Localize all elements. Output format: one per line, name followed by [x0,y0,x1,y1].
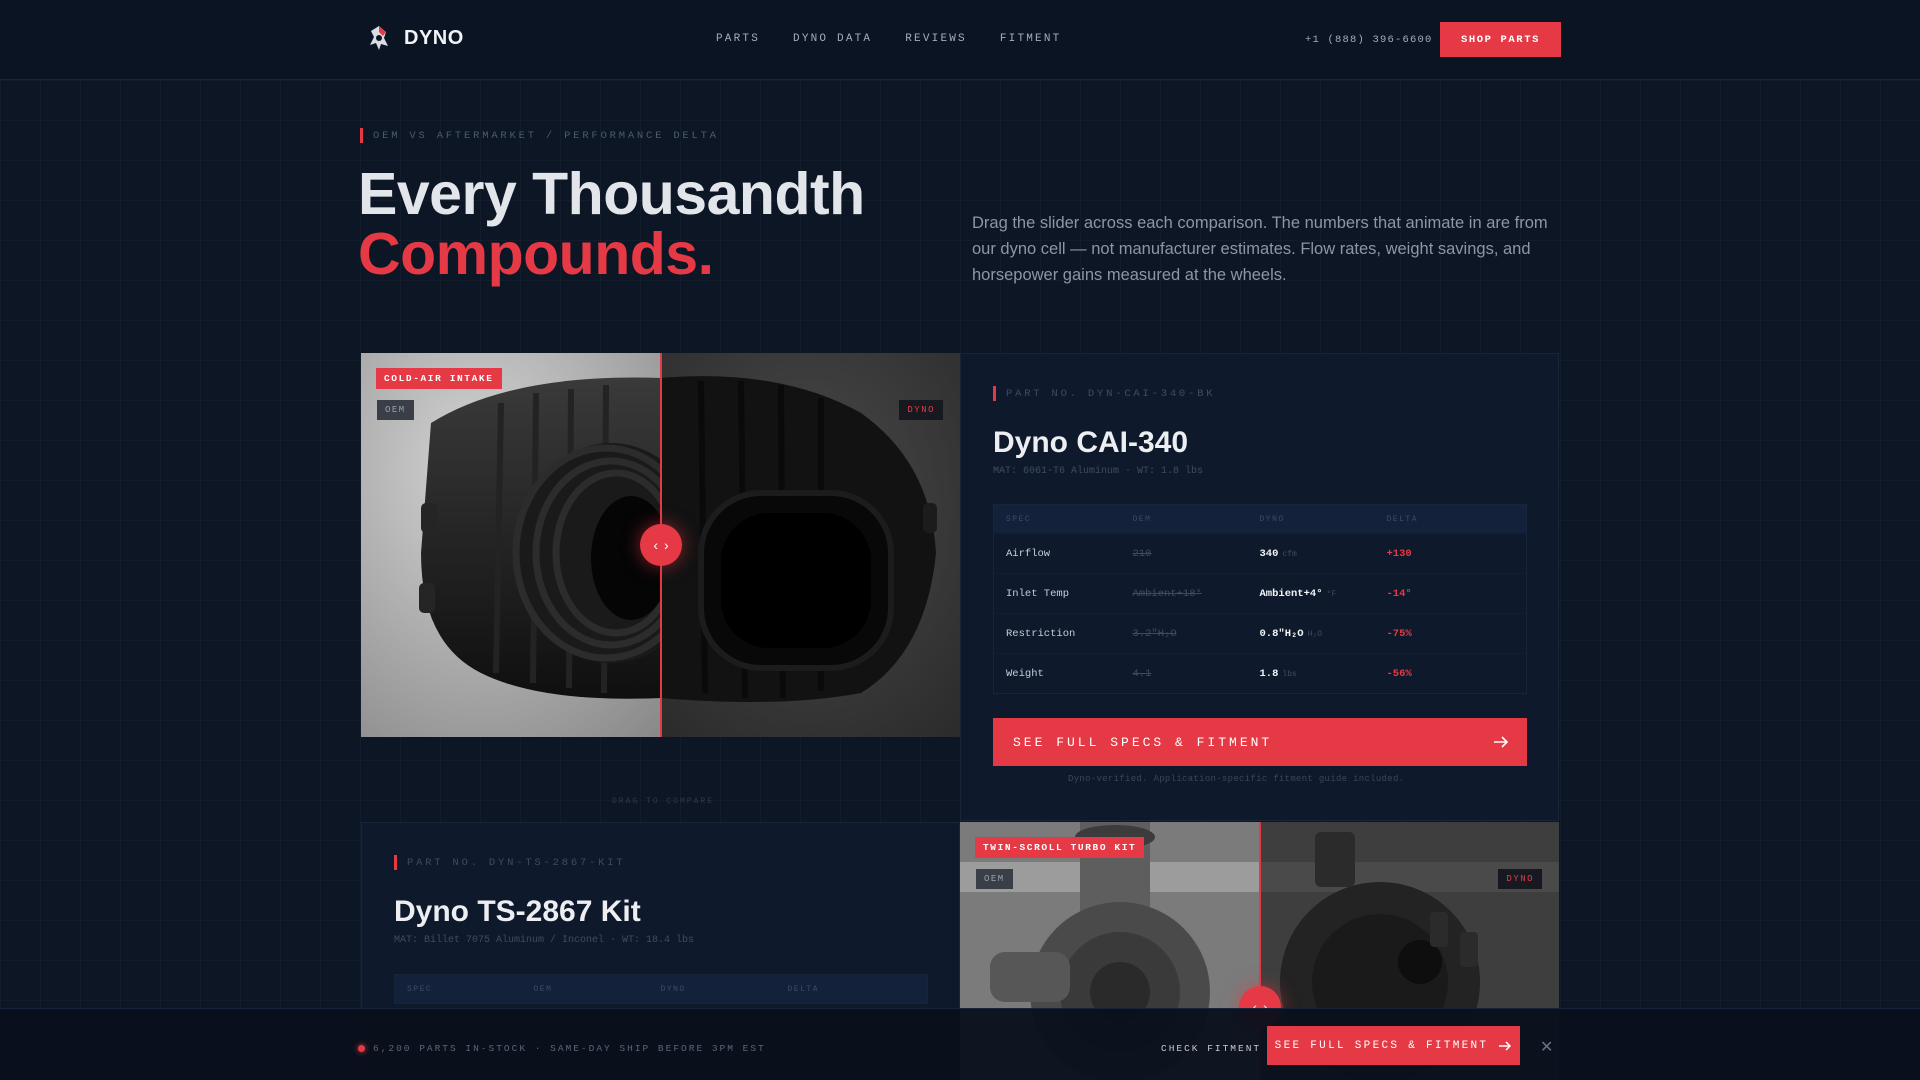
hero-title-line1: Every Thousandth [358,161,865,227]
dyno-cell: 340 cfm [1247,533,1375,574]
delta-cell: +130 [1374,533,1527,574]
arrow-right-icon [1499,1040,1512,1051]
close-icon[interactable]: ✕ [1540,1037,1553,1057]
brand-name: DYNO [404,26,464,49]
nav-links: PARTS DYNO DATA REVIEWS FITMENT [716,33,1061,45]
oem-cell: 4.1 [1120,653,1248,694]
dyno-cell: 0.8"H₂O H₂O [1247,613,1375,654]
dyno-value: 340 [1259,547,1279,560]
spec-table: SPEC OEM DYNO DELTA Airflow 210 340 cfm +… [993,504,1527,694]
stock-status: 6,200 PARTS IN-STOCK · SAME-DAY SHIP BEF… [358,1043,766,1054]
piston-logo-icon [370,26,388,50]
status-dot-icon [358,1045,365,1052]
part-number-text: PART NO. DYN-CAI-340-BK [1006,387,1216,400]
product-meta: MAT: Billet 7075 Aluminum / Inconel · WT… [394,935,695,946]
part-number: PART NO. DYN-CAI-340-BK [993,386,1215,401]
button-label: SEE FULL SPECS & FITMENT [1013,734,1273,750]
product-name: Dyno CAI-340 [993,426,1189,459]
accent-bar [394,855,397,870]
compare-handle[interactable]: ‹ › [640,524,682,566]
oem-cell: 210 [1120,533,1248,574]
table-row: Airflow 210 340 cfm +130 [993,533,1527,574]
phone-link[interactable]: +1 (888) 396-6600 [1305,34,1433,46]
oem-cell: Ambient+18° [1120,573,1248,614]
sticky-see-specs-button[interactable]: SEE FULL SPECS & FITMENT [1267,1026,1520,1065]
product-meta: MAT: 6061-T6 Aluminum · WT: 1.8 lbs [993,466,1204,477]
delta-cell: -56% [1374,653,1527,694]
hero-title: Every Thousandth Compounds. [358,164,865,284]
dyno-badge: DYNO [899,400,943,420]
accent-bar [360,128,363,143]
nav-link-parts[interactable]: PARTS [716,33,760,45]
hero-description: Drag the slider across each comparison. … [972,214,1548,284]
hero-title-line2: Compounds. [358,221,714,287]
spec-table: SPEC OEM DYNO DELTA [394,974,928,1004]
delta-cell: -75% [1374,613,1527,654]
dyno-badge: DYNO [1498,869,1542,889]
unit-label: H₂O [1307,629,1323,639]
delta-cell: -14° [1374,573,1527,614]
unit-label: cfm [1282,549,1297,559]
product-name: Dyno TS-2867 Kit [394,895,641,928]
sticky-cta-bar: 6,200 PARTS IN-STOCK · SAME-DAY SHIP BEF… [0,1008,1920,1080]
chevron-right-icon: › [664,537,669,553]
accent-bar [993,386,996,401]
unit-label: °F [1326,589,1337,599]
check-fitment-link[interactable]: CHECK FITMENT [1161,1043,1261,1054]
table-row: Weight 4.1 1.8 lbs -56% [993,653,1527,694]
button-label: SEE FULL SPECS & FITMENT [1274,1039,1489,1052]
part-number: PART NO. DYN-TS-2867-KIT [394,855,625,870]
column-header: DELTA [775,974,928,1004]
column-header: SPEC [394,974,522,1004]
dyno-value: Ambient+4° [1259,587,1323,600]
column-header: OEM [521,974,649,1004]
stock-text: 6,200 PARTS IN-STOCK · SAME-DAY SHIP BEF… [373,1043,766,1054]
fitment-footnote: Dyno-verified. Application-specific fitm… [1068,774,1405,784]
dyno-value: 0.8"H₂O [1259,627,1304,640]
table-row: Restriction 3.2"H₂O 0.8"H₂O H₂O -75% [993,613,1527,654]
spec-cell: Weight [993,653,1121,694]
part-number-text: PART NO. DYN-TS-2867-KIT [407,856,626,869]
dyno-value: 1.8 [1259,667,1279,680]
column-header: SPEC [993,504,1121,534]
spec-cell: Inlet Temp [993,573,1121,614]
oem-badge: OEM [976,869,1013,889]
category-badge: TWIN-SCROLL TURBO KIT [975,837,1145,858]
see-full-specs-button[interactable]: SEE FULL SPECS & FITMENT [993,718,1527,766]
compare-slider-intake[interactable]: ‹ › COLD-AIR INTAKE OEM DYNO [361,353,960,737]
oem-badge: OEM [377,400,414,420]
hero-eyebrow: OEM VS AFTERMARKET / PERFORMANCE DELTA [360,128,719,143]
arrow-right-icon [1494,736,1509,748]
table-header-row: SPEC OEM DYNO DELTA [394,974,928,1004]
column-header: DYNO [648,974,776,1004]
dyno-cell: 1.8 lbs [1247,653,1375,694]
nav-link-dyno-data[interactable]: DYNO DATA [793,33,872,45]
spec-cell: Airflow [993,533,1121,574]
spec-cell: Restriction [993,613,1121,654]
table-header-row: SPEC OEM DYNO DELTA [993,504,1527,534]
eyebrow-text: OEM VS AFTERMARKET / PERFORMANCE DELTA [373,129,719,142]
column-header: DYNO [1247,504,1375,534]
brand-logo[interactable]: DYNO [366,24,464,52]
shop-parts-button[interactable]: SHOP PARTS [1440,22,1561,57]
spec-panel-intake: PART NO. DYN-CAI-340-BK Dyno CAI-340 MAT… [960,353,1559,821]
top-navigation: DYNO PARTS DYNO DATA REVIEWS FITMENT +1 … [0,0,1920,80]
drag-hint: DRAG TO COMPARE [612,797,715,806]
nav-link-fitment[interactable]: FITMENT [1000,33,1062,45]
oem-cell: 3.2"H₂O [1120,613,1248,654]
unit-label: lbs [1282,669,1297,679]
nav-link-reviews[interactable]: REVIEWS [905,33,967,45]
chevron-left-icon: ‹ [653,537,658,553]
category-badge: COLD-AIR INTAKE [376,368,502,389]
dyno-cell: Ambient+4° °F [1247,573,1375,614]
column-header: DELTA [1374,504,1527,534]
table-row: Inlet Temp Ambient+18° Ambient+4° °F -14° [993,573,1527,614]
column-header: OEM [1120,504,1248,534]
